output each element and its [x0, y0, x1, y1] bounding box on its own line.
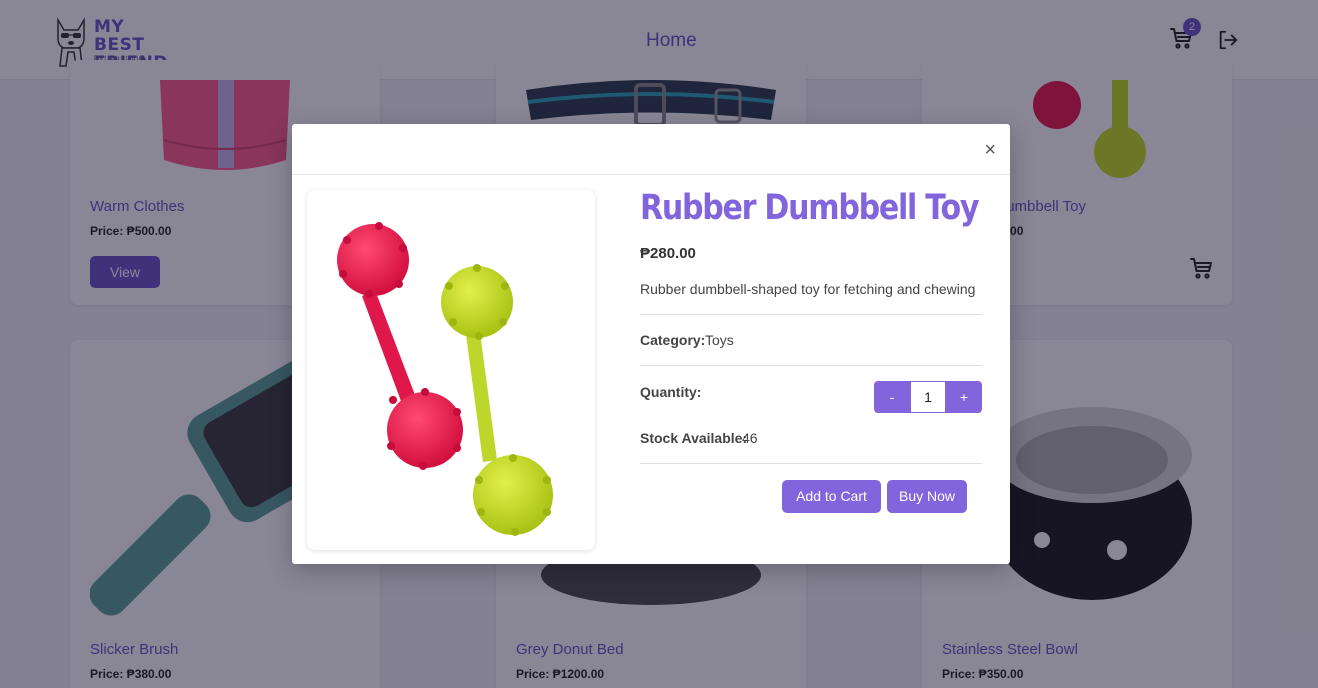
quantity-increment-button[interactable]: +: [946, 381, 982, 413]
quantity-decrement-button[interactable]: -: [874, 381, 910, 413]
add-to-cart-button[interactable]: Add to Cart: [782, 480, 881, 513]
product-title: Rubber Dumbbell Toy: [640, 188, 979, 228]
stock-value: 46: [742, 430, 758, 446]
product-detail-image: [307, 190, 595, 550]
buy-now-button[interactable]: Buy Now: [887, 480, 967, 513]
product-detail-modal: × Rubber Dumbbell Toy ₱280.00 Rubber dum…: [292, 124, 1010, 564]
rubber-dumbbell-image: [337, 222, 553, 536]
divider: [640, 314, 982, 315]
category-value: Toys: [705, 332, 734, 348]
modal-header: ×: [292, 124, 1010, 175]
quantity-label: Quantity:: [640, 384, 702, 400]
product-description: Rubber dumbbell-shaped toy for fetching …: [640, 281, 976, 297]
stock-label: Stock Available:: [640, 430, 748, 446]
category-label: Category:: [640, 332, 706, 348]
divider: [640, 463, 982, 464]
close-icon[interactable]: ×: [984, 140, 996, 160]
product-price: ₱280.00: [640, 245, 696, 262]
quantity-input[interactable]: [910, 381, 946, 413]
divider: [640, 365, 982, 366]
